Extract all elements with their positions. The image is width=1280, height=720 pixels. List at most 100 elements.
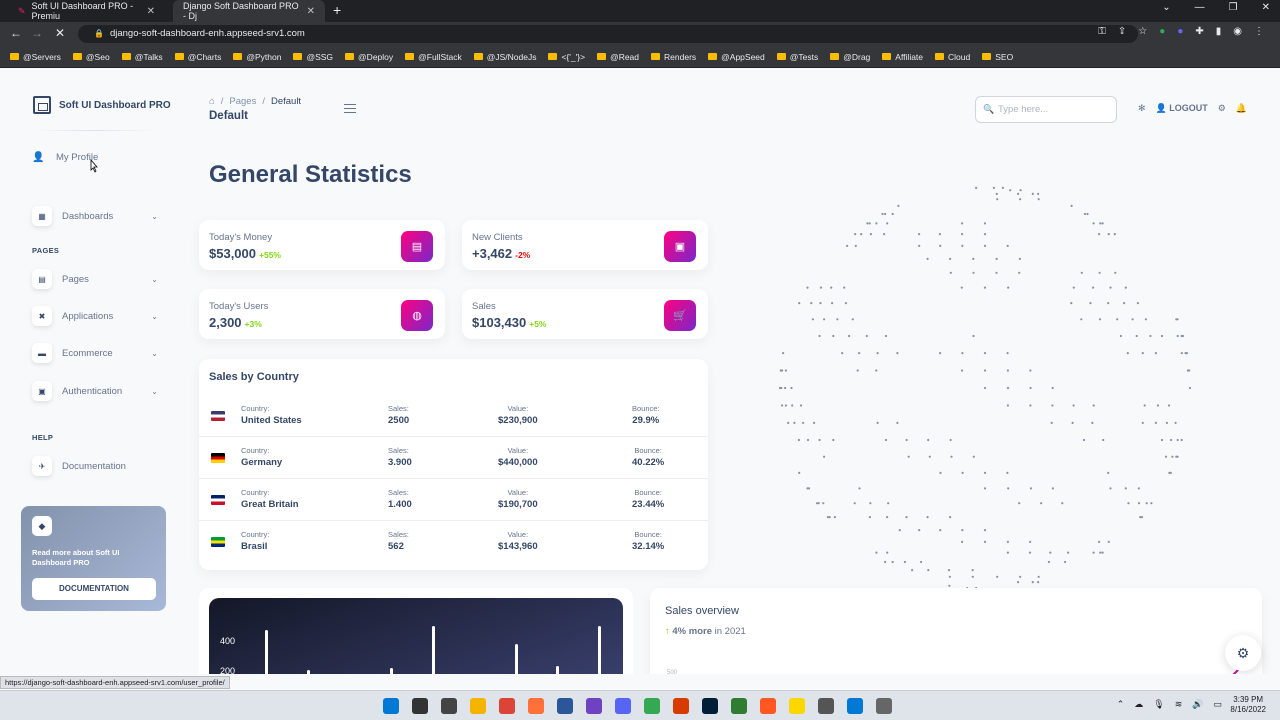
key-icon[interactable]: ⚿ bbox=[1098, 26, 1106, 37]
bookmark-item[interactable]: @Talks bbox=[121, 52, 163, 62]
volume-icon[interactable]: 🔊 bbox=[1192, 699, 1203, 710]
gear-icon[interactable]: ⚙ bbox=[1218, 103, 1226, 114]
chevron-up-icon[interactable]: ⌃ bbox=[1117, 699, 1125, 710]
logout-link[interactable]: 👤 LOGOUT bbox=[1156, 103, 1208, 114]
bookmark-item[interactable]: @Python bbox=[233, 52, 281, 62]
globe-dot bbox=[983, 369, 987, 372]
bell-icon[interactable]: 🔔 bbox=[1236, 103, 1247, 114]
bookmark-item[interactable]: Cloud bbox=[935, 52, 970, 62]
clock[interactable]: 3:39 PM 8/16/2022 bbox=[1230, 695, 1266, 715]
menu-dots-icon[interactable]: ⋮ bbox=[1254, 26, 1264, 37]
cloud-icon[interactable]: ☁ bbox=[1134, 699, 1143, 710]
extension-icon[interactable]: ● bbox=[1159, 26, 1165, 37]
puzzle-icon[interactable]: ✚ bbox=[1195, 26, 1203, 37]
brand[interactable]: Soft UI Dashboard PRO bbox=[33, 96, 171, 114]
documentation-button[interactable]: DOCUMENTATION bbox=[32, 578, 156, 600]
app-icon[interactable] bbox=[731, 698, 747, 714]
firefox-icon[interactable] bbox=[528, 698, 544, 714]
cell-header: Bounce: bbox=[634, 446, 662, 455]
bookmark-item[interactable]: @SSG bbox=[293, 52, 333, 62]
globe-dot bbox=[1092, 404, 1095, 407]
bookmark-item[interactable]: Affiliate bbox=[882, 52, 923, 62]
globe-dot bbox=[1031, 581, 1034, 584]
avatar[interactable]: ◉ bbox=[1233, 26, 1242, 37]
url-input[interactable]: 🔒 django-soft-dashboard-enh.appseed-srv1.… bbox=[78, 25, 1138, 43]
globe-dot bbox=[886, 222, 889, 225]
mic-icon[interactable]: 🎙 bbox=[1153, 699, 1164, 710]
close-window-icon[interactable]: ✕ bbox=[1262, 2, 1270, 13]
globe-dot bbox=[1176, 318, 1179, 321]
close-tab-icon[interactable]: ✕ bbox=[147, 6, 155, 17]
back-icon[interactable]: ← bbox=[10, 26, 22, 40]
bookmark-item[interactable]: @Read bbox=[597, 52, 639, 62]
photoshop-icon[interactable] bbox=[702, 698, 718, 714]
bookmark-item[interactable]: @FullStack bbox=[405, 52, 462, 62]
restore-icon[interactable]: ❐ bbox=[1229, 2, 1238, 13]
battery-icon[interactable]: ▭ bbox=[1213, 699, 1222, 710]
globe-dot bbox=[948, 584, 951, 587]
bookmark-item[interactable]: @Tests bbox=[776, 52, 818, 62]
new-tab-icon[interactable]: + bbox=[333, 3, 341, 17]
bookmark-item[interactable]: @Deploy bbox=[345, 52, 393, 62]
app-icon[interactable] bbox=[789, 698, 805, 714]
page-content: Soft UI Dashboard PRO 👤 My Profile ▦ Das… bbox=[0, 68, 1280, 674]
browser-tab-active[interactable]: Django Soft Dashboard PRO - Dj ✕ bbox=[173, 0, 325, 22]
configurator-gear-icon[interactable]: ⚙ bbox=[1225, 635, 1261, 671]
bookmark-item[interactable]: @Charts bbox=[174, 52, 221, 62]
globe-dot bbox=[1107, 471, 1110, 474]
sidebar-item-dashboards[interactable]: ▦ Dashboards ⌄ bbox=[32, 206, 158, 226]
home-icon[interactable]: ⌂ bbox=[209, 96, 215, 107]
bookmark-item[interactable]: @Drag bbox=[830, 52, 870, 62]
bookmark-item[interactable]: <{'_'}> bbox=[548, 52, 585, 62]
vscode-icon[interactable] bbox=[847, 698, 863, 714]
search-icon[interactable] bbox=[412, 698, 428, 714]
bookmark-item[interactable]: @JS/NodeJs bbox=[473, 52, 536, 62]
app-icon[interactable] bbox=[644, 698, 660, 714]
globe-dot bbox=[868, 516, 871, 519]
app-icon[interactable] bbox=[760, 698, 776, 714]
search-input[interactable]: 🔍 Type here... bbox=[975, 96, 1117, 123]
sidebar-item-pages[interactable]: ▤ Pages ⌄ bbox=[32, 269, 158, 289]
globe-dot bbox=[1109, 487, 1112, 490]
settings-cog-icon[interactable]: ✻ bbox=[1138, 103, 1146, 114]
globe-dot bbox=[1047, 560, 1050, 564]
app-icon[interactable] bbox=[673, 698, 689, 714]
globe-dot bbox=[911, 569, 914, 572]
chrome-icon[interactable] bbox=[499, 698, 515, 714]
bookmark-label: @Servers bbox=[23, 51, 61, 62]
value-cell: Value: $143,960 bbox=[498, 530, 538, 552]
windows-start-icon[interactable] bbox=[383, 698, 399, 714]
sidepanel-icon[interactable]: ▮ bbox=[1216, 26, 1222, 37]
minimize-icon[interactable]: — bbox=[1195, 2, 1205, 13]
cell-header: Sales: bbox=[388, 446, 409, 455]
bookmark-item[interactable]: @Seo bbox=[72, 52, 110, 62]
bookmark-item[interactable]: SEO bbox=[982, 52, 1013, 62]
breadcrumb-link-pages[interactable]: Pages bbox=[229, 96, 256, 107]
bounce-cell: Bounce: 29.9% bbox=[632, 404, 660, 426]
forward-icon[interactable]: → bbox=[31, 26, 43, 40]
extension-icon[interactable]: ● bbox=[1177, 26, 1183, 37]
sidebar-item-applications[interactable]: ✖ Applications ⌄ bbox=[32, 306, 158, 326]
star-icon[interactable]: ☆ bbox=[1138, 26, 1147, 37]
bookmark-item[interactable]: Renders bbox=[651, 52, 696, 62]
sidebar-item-ecommerce[interactable]: ▬ Ecommerce ⌄ bbox=[32, 343, 158, 363]
powershell-icon[interactable] bbox=[557, 698, 573, 714]
file-explorer-icon[interactable] bbox=[470, 698, 486, 714]
monitor-icon[interactable] bbox=[818, 698, 834, 714]
close-tab-icon[interactable]: ✕ bbox=[307, 6, 315, 17]
bookmark-item[interactable]: @Servers bbox=[10, 52, 61, 62]
discord-icon[interactable] bbox=[615, 698, 631, 714]
browser-tab-inactive[interactable]: ✎ Soft UI Dashboard PRO - Premiu ✕ bbox=[8, 0, 165, 22]
github-icon[interactable] bbox=[586, 698, 602, 714]
calculator-icon[interactable] bbox=[876, 698, 892, 714]
sidebar-item-authentication[interactable]: ▣ Authentication ⌄ bbox=[32, 381, 158, 401]
stop-loading-icon[interactable]: ✕ bbox=[55, 26, 65, 40]
chevron-down-icon[interactable]: ⌄ bbox=[1162, 2, 1170, 13]
globe-dot bbox=[854, 233, 857, 236]
sidebar-item-documentation[interactable]: ✈ Documentation bbox=[32, 456, 158, 476]
hamburger-menu-icon[interactable] bbox=[344, 104, 356, 113]
bookmark-item[interactable]: @AppSeed bbox=[708, 52, 765, 62]
share-icon[interactable]: ⇪ bbox=[1118, 26, 1126, 37]
wifi-icon[interactable]: ≋ bbox=[1175, 699, 1183, 710]
task-view-icon[interactable] bbox=[441, 698, 457, 714]
